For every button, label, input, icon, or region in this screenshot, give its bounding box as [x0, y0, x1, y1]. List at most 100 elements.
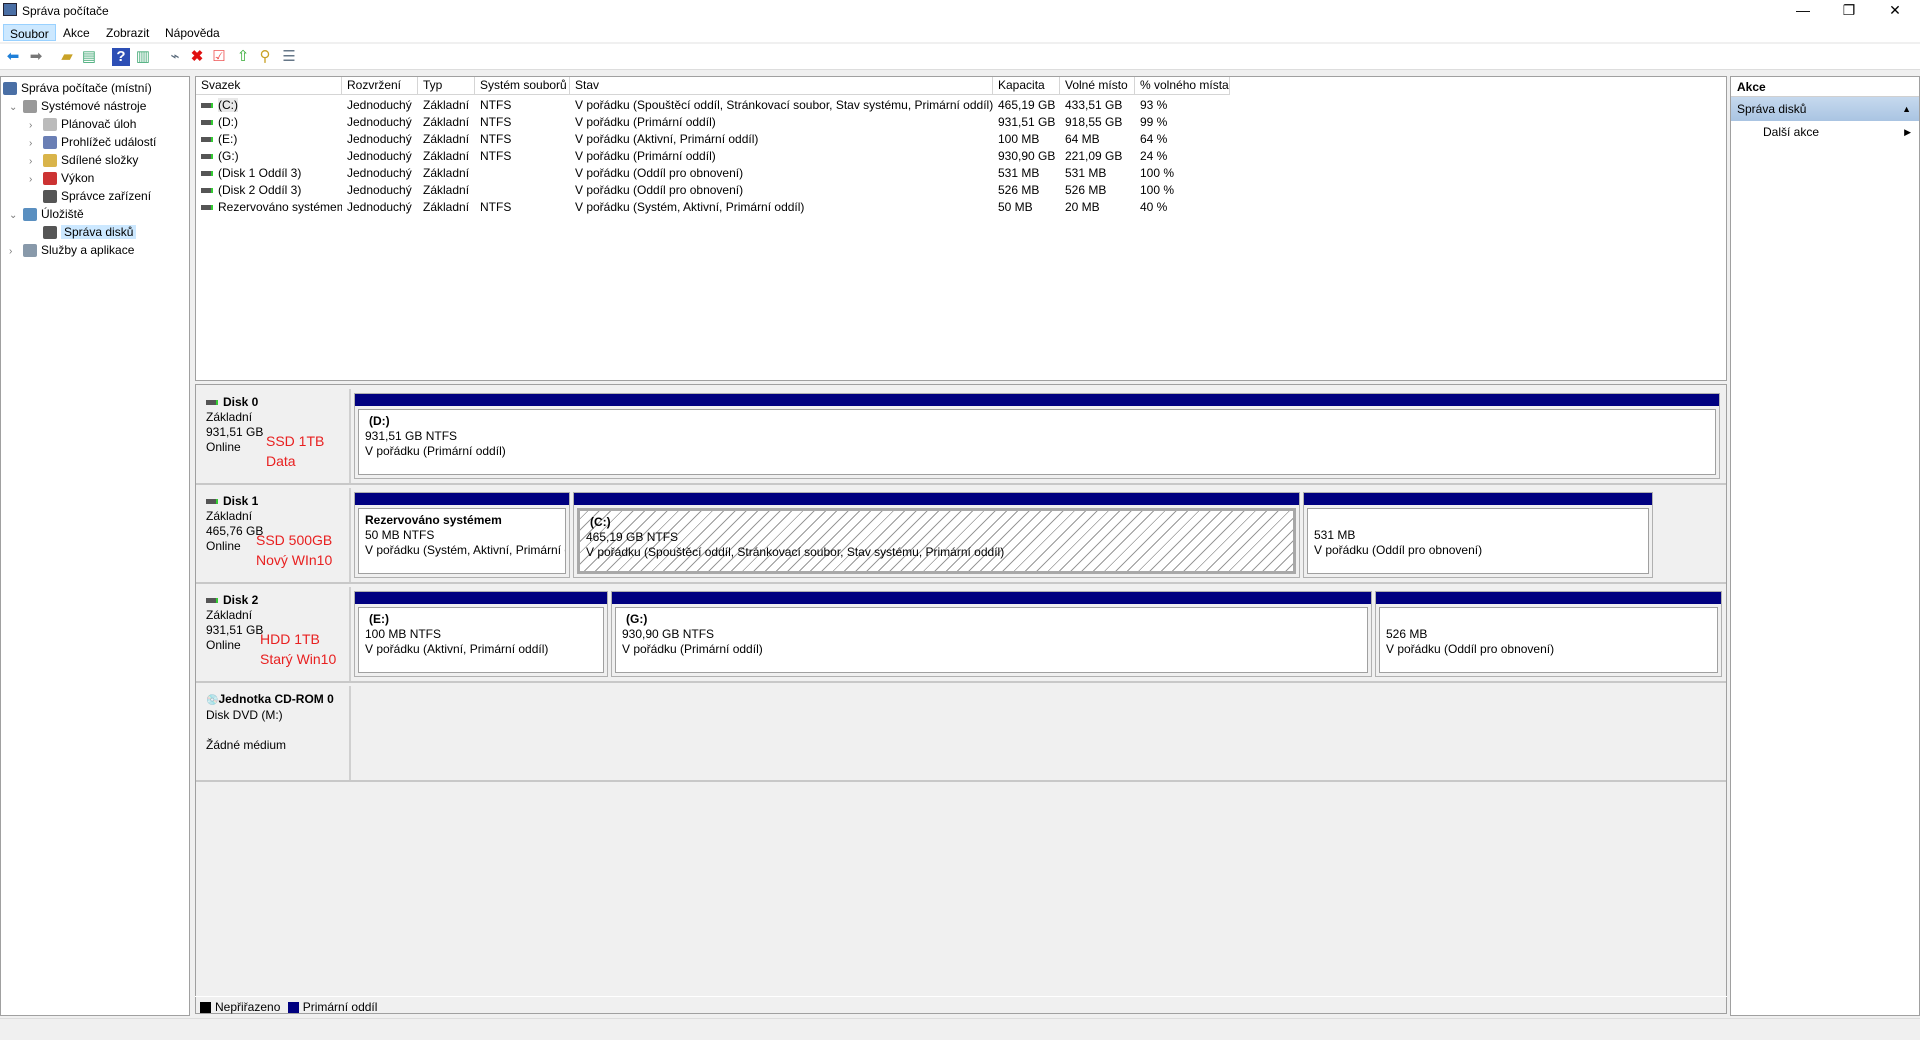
- legend-primary: Primární oddíl: [302, 1000, 378, 1014]
- volume-name-cell[interactable]: Rezervováno systémem: [196, 199, 342, 216]
- volume-list: Svazek Rozvržení Typ Systém souborů Stav Kapa…: [195, 76, 1727, 381]
- disk-row: Disk 1 Základní 465,76 GB Online SSD 500GB No…: [196, 486, 1726, 584]
- minimize-button[interactable]: —: [1780, 0, 1826, 22]
- search-folder-icon[interactable]: ⚲: [256, 48, 274, 66]
- tree-item[interactable]: ⌄ Úložiště: [9, 205, 84, 223]
- forward-icon[interactable]: ➡: [27, 48, 45, 66]
- menu-napoveda[interactable]: Nápověda: [159, 24, 226, 41]
- cell-text: V pořádku (Spouštěcí oddíl, Stránkovací …: [575, 98, 993, 112]
- show-hide-tree-icon[interactable]: ▤: [80, 48, 98, 66]
- partition-block[interactable]: Rezervováno systémem 50 MB NTFS V pořádku …: [354, 492, 570, 578]
- partition-status: V pořádku (Spouštěcí oddíl, Stránkovací …: [586, 545, 1005, 559]
- column-header[interactable]: Volné místo: [1060, 77, 1135, 95]
- partition-block[interactable]: (D:) 931,51 GB NTFS V pořádku (Primární od…: [354, 393, 1720, 479]
- event-viewer-icon: [43, 136, 57, 150]
- menu-soubor[interactable]: Soubor: [3, 24, 56, 41]
- cell-text: V pořádku (Oddíl pro obnovení): [575, 166, 744, 180]
- menu-akce[interactable]: Akce: [57, 24, 96, 41]
- column-header[interactable]: % volného místa: [1135, 77, 1230, 95]
- disk-label[interactable]: 💿Jednotka CD-ROM 0 Disk DVD (M:) Žádné mé…: [198, 686, 351, 780]
- column-header[interactable]: Svazek: [196, 77, 342, 95]
- table-cell: Jednoduchý: [342, 199, 418, 216]
- actions-title: Akce: [1731, 77, 1919, 97]
- disk-label[interactable]: Disk 0 Základní 931,51 GB Online SSD 1TB Data: [198, 389, 351, 483]
- expander-icon[interactable]: ⌄: [9, 99, 23, 117]
- partition-name: Rezervováno systémem: [365, 513, 502, 527]
- volume-name-cell[interactable]: (E:): [196, 131, 342, 148]
- tree-item[interactable]: Správa počítače (místní): [3, 79, 152, 97]
- delete-icon[interactable]: ✖: [188, 48, 206, 66]
- tree-item[interactable]: › Sdílené složky: [29, 151, 138, 169]
- table-cell: V pořádku (Systém, Aktivní, Primární odd…: [570, 199, 993, 216]
- disk-label[interactable]: Disk 2 Základní 931,51 GB Online HDD 1TB Star…: [198, 587, 351, 681]
- back-icon[interactable]: ⬅: [4, 48, 22, 66]
- expander-icon[interactable]: ⌄: [9, 207, 23, 225]
- partition-status: V pořádku (Systém, Aktivní, Primární o: [365, 543, 566, 557]
- partition-type-bar: [1376, 592, 1721, 604]
- folder-up-icon[interactable]: ⇧: [234, 48, 252, 66]
- volume-name-cell[interactable]: (Disk 2 Oddíl 3): [196, 182, 342, 199]
- tree-item-label: Správce zařízení: [61, 189, 152, 203]
- cell-text: Základní: [423, 115, 470, 129]
- tree-item[interactable]: ⌄ Systémové nástroje: [9, 97, 146, 115]
- more-actions-item[interactable]: Další akce ▶: [1731, 121, 1919, 143]
- partition-block[interactable]: (C:) 465,19 GB NTFS V pořádku (Spouštěcí o…: [573, 492, 1300, 578]
- partition-block[interactable]: 531 MB V pořádku (Oddíl pro obnovení): [1303, 492, 1653, 578]
- column-header[interactable]: Kapacita: [993, 77, 1060, 95]
- toolbar: ⬅ ➡ ▰ ▤ ? ▥ ⌁ ✖ ☑ ⇧ ⚲ ☰: [0, 44, 1920, 70]
- disk-label[interactable]: Disk 1 Základní 465,76 GB Online SSD 500GB No…: [198, 488, 351, 582]
- properties-icon[interactable]: ☑: [210, 48, 228, 66]
- table-cell: 531 MB: [993, 165, 1060, 182]
- volume-name-cell[interactable]: (D:): [196, 114, 342, 131]
- up-folder-icon[interactable]: ▰: [58, 48, 76, 66]
- checklist-icon[interactable]: ☰: [280, 48, 298, 66]
- restore-button[interactable]: ❐: [1826, 0, 1872, 22]
- table-cell: 931,51 GB: [993, 114, 1060, 131]
- cell-text: NTFS: [480, 200, 512, 214]
- column-header[interactable]: Stav: [570, 77, 993, 95]
- volume-name-cell[interactable]: (G:): [196, 148, 342, 165]
- table-cell: 531 MB: [1060, 165, 1135, 182]
- table-cell: 100 %: [1135, 182, 1230, 199]
- actions-section-disk-management[interactable]: Správa disků ▲: [1731, 97, 1919, 121]
- table-cell: V pořádku (Spouštěcí oddíl, Stránkovací …: [570, 97, 993, 114]
- volume-name-cell[interactable]: (C:): [196, 97, 342, 114]
- partition-block[interactable]: (E:) 100 MB NTFS V pořádku (Aktivní, Primá…: [354, 591, 608, 677]
- partition-block[interactable]: (G:) 930,90 GB NTFS V pořádku (Primární od…: [611, 591, 1372, 677]
- table-cell: 100 %: [1135, 165, 1230, 182]
- cell-text: Jednoduchý: [347, 183, 412, 197]
- tree-item[interactable]: › Výkon: [29, 169, 94, 187]
- cell-text: NTFS: [480, 132, 512, 146]
- cell-text: 50 MB: [998, 200, 1033, 214]
- close-button[interactable]: ✕: [1872, 0, 1918, 22]
- disk-media: Žádné médium: [206, 738, 287, 752]
- volume-name-cell[interactable]: (Disk 1 Oddíl 3): [196, 165, 342, 182]
- show-hide-action-pane-icon[interactable]: ▥: [134, 48, 152, 66]
- column-header[interactable]: Systém souborů: [475, 77, 570, 95]
- tree-item[interactable]: › Služby a aplikace: [9, 241, 134, 259]
- services-icon: [23, 244, 37, 258]
- cell-text: Základní: [423, 149, 470, 163]
- tree-item-label: Služby a aplikace: [41, 243, 135, 257]
- tree-item[interactable]: Správa disků: [29, 223, 137, 241]
- table-cell: 64 %: [1135, 131, 1230, 148]
- tree-item[interactable]: › Prohlížeč událostí: [29, 133, 156, 151]
- legend-swatch-primary: [287, 1002, 299, 1014]
- partition-name: [1314, 513, 1642, 528]
- cell-text: (Disk 2 Oddíl 3): [218, 183, 302, 197]
- connect-icon[interactable]: ⌁: [166, 48, 184, 66]
- expander-icon[interactable]: ›: [9, 243, 23, 261]
- help-icon[interactable]: ?: [112, 48, 130, 66]
- tree-item[interactable]: › Plánovač úloh: [29, 115, 136, 133]
- partition-body: (G:) 930,90 GB NTFS V pořádku (Primární od…: [615, 607, 1368, 673]
- partition-block[interactable]: 526 MB V pořádku (Oddíl pro obnovení): [1375, 591, 1722, 677]
- column-header[interactable]: Typ: [418, 77, 475, 95]
- table-cell: Základní: [418, 97, 475, 114]
- cell-text: Jednoduchý: [347, 149, 412, 163]
- table-cell: NTFS: [475, 114, 570, 131]
- column-header[interactable]: Rozvržení: [342, 77, 418, 95]
- drive-icon: [201, 188, 213, 194]
- menu-zobrazit[interactable]: Zobrazit: [100, 24, 155, 41]
- collapse-up-icon[interactable]: ▲: [1902, 97, 1911, 121]
- tree-item[interactable]: Správce zařízení: [29, 187, 151, 205]
